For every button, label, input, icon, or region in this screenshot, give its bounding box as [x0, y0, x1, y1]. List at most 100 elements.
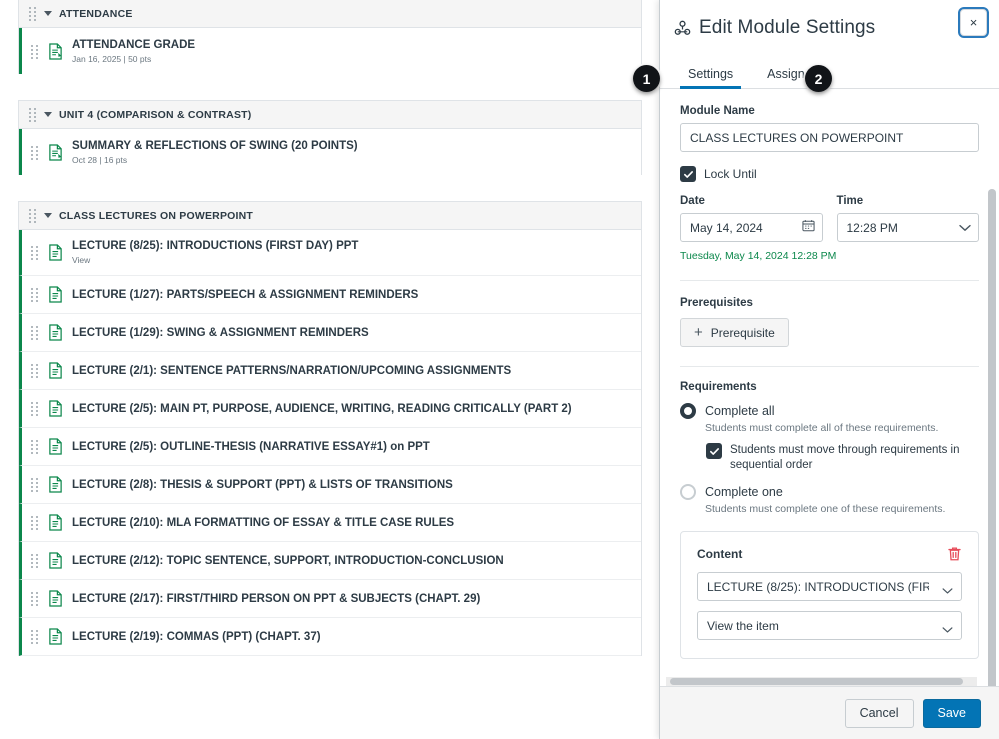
module-item[interactable]: LECTURE (2/19): COMMAS (PPT) (CHAPT. 37) [19, 618, 641, 656]
module-item-text: SUMMARY & REFLECTIONS OF SWING (20 POINT… [72, 140, 358, 165]
module-item[interactable]: LECTURE (2/1): SENTENCE PATTERNS/NARRATI… [19, 352, 641, 390]
complete-all-radio[interactable] [680, 403, 696, 419]
drag-handle-icon[interactable] [31, 364, 39, 378]
close-icon[interactable]: × [960, 9, 987, 36]
drag-handle-icon[interactable] [31, 516, 39, 530]
plus-icon: + [694, 324, 703, 341]
module-item-text: LECTURE (8/25): INTRODUCTIONS (FIRST DAY… [72, 240, 358, 265]
sequential-order-row[interactable]: Students must move through requirements … [706, 443, 979, 472]
time-input-wrap [836, 213, 979, 242]
add-prerequisite-button[interactable]: + Prerequisite [680, 318, 789, 347]
drag-handle-icon[interactable] [31, 246, 39, 260]
module-item-title: LECTURE (2/1): SENTENCE PATTERNS/NARRATI… [72, 364, 512, 377]
cancel-button[interactable]: Cancel [844, 698, 914, 728]
module-item[interactable]: LECTURE (2/5): MAIN PT, PURPOSE, AUDIENC… [19, 390, 641, 428]
drag-handle-icon[interactable] [31, 592, 39, 606]
drag-handle-icon[interactable] [29, 209, 37, 223]
module-item-subtitle: Oct 28 | 16 pts [72, 154, 128, 165]
drag-handle-icon[interactable] [31, 478, 39, 492]
save-button[interactable]: Save [922, 698, 981, 728]
drag-handle-icon[interactable] [31, 402, 39, 416]
drag-handle-icon[interactable] [31, 44, 39, 59]
sequential-order-label: Students must move through requirements … [730, 444, 960, 471]
drag-handle-icon[interactable] [29, 7, 37, 21]
module-item-title: LECTURE (1/27): PARTS/SPEECH & ASSIGNMEN… [72, 288, 419, 301]
complete-one-sub: Students must complete one of these requ… [705, 503, 946, 516]
chevron-down-icon[interactable] [44, 112, 52, 117]
drag-handle-icon[interactable] [31, 630, 39, 644]
module-spacer [0, 175, 660, 201]
edit-module-settings-tray: Edit Module Settings × Settings Assign T… [659, 0, 999, 739]
module-name-input[interactable] [680, 123, 979, 152]
trash-icon[interactable] [947, 546, 962, 562]
complete-all-label: Complete all [705, 404, 775, 418]
requirement-content-card: Content LECTURE (8/25): INTRODUCTIONS (F… [680, 531, 979, 660]
date-input[interactable] [680, 213, 823, 242]
scrollbar-thumb[interactable] [670, 678, 963, 685]
module-item[interactable]: LECTURE (2/17): FIRST/THIRD PERSON ON PP… [19, 580, 641, 618]
module-title: UNIT 4 (COMPARISON & CONTRAST) [59, 108, 252, 121]
module-item[interactable]: ATTENDANCE GRADE Jan 16, 2025 | 50 pts [19, 28, 641, 74]
content-action-select[interactable]: View the item [697, 611, 962, 641]
module-attendance: ATTENDANCE ATTENDANCE GRADE Jan 16, 2025… [18, 0, 642, 74]
assignment-icon [48, 143, 63, 161]
module-title: CLASS LECTURES ON POWERPOINT [59, 209, 254, 222]
drag-handle-icon[interactable] [31, 326, 39, 340]
page-icon [48, 400, 63, 417]
requirements-section: Requirements Complete all Students must … [680, 367, 979, 660]
module-item-title: LECTURE (8/25): INTRODUCTIONS (FIRST DAY… [72, 240, 359, 252]
page-icon [48, 476, 63, 493]
module-item[interactable]: LECTURE (1/27): PARTS/SPEECH & ASSIGNMEN… [19, 276, 641, 314]
module-item[interactable]: LECTURE (2/5): OUTLINE-THESIS (NARRATIVE… [19, 428, 641, 466]
prerequisites-section: Prerequisites + Prerequisite [680, 281, 979, 347]
module-item-subtitle: Jan 16, 2025 | 50 pts [72, 53, 152, 64]
module-item[interactable]: LECTURE (2/10): MLA FORMATTING OF ESSAY … [19, 504, 641, 542]
module-item[interactable]: SUMMARY & REFLECTIONS OF SWING (20 POINT… [19, 129, 641, 175]
module-class-lectures-on-powerpoint: CLASS LECTURES ON POWERPOINT LECTURE (8/… [18, 201, 642, 656]
chevron-down-icon[interactable] [44, 213, 52, 218]
module-name-section: Module Name [680, 89, 979, 152]
drag-handle-icon[interactable] [31, 440, 39, 454]
drag-handle-icon[interactable] [31, 554, 39, 568]
page-icon [48, 628, 63, 645]
content-item-select[interactable]: LECTURE (8/25): INTRODUCTIONS (FIRS [697, 572, 962, 602]
module-item-text: LECTURE (2/10): MLA FORMATTING OF ESSAY … [72, 517, 454, 529]
tab-settings[interactable]: Settings [680, 67, 742, 89]
sequential-order-checkbox[interactable] [706, 443, 722, 459]
module-header[interactable]: UNIT 4 (COMPARISON & CONTRAST) [19, 101, 641, 129]
complete-one-radio[interactable] [680, 484, 696, 501]
module-item[interactable]: LECTURE (8/25): INTRODUCTIONS (FIRST DAY… [19, 230, 641, 276]
module-item[interactable]: LECTURE (1/29): SWING & ASSIGNMENT REMIN… [19, 314, 641, 352]
module-header[interactable]: CLASS LECTURES ON POWERPOINT [19, 202, 641, 230]
module-item[interactable]: LECTURE (2/8): THESIS & SUPPORT (PPT) & … [19, 466, 641, 504]
tray-header: Edit Module Settings × [660, 0, 999, 56]
module-icon [674, 20, 691, 37]
requirement-complete-all[interactable]: Complete all Students must complete all … [680, 402, 979, 434]
module-item[interactable]: LECTURE (2/12): TOPIC SENTENCE, SUPPORT,… [19, 542, 641, 580]
drag-handle-icon[interactable] [29, 108, 37, 122]
drag-handle-icon[interactable] [31, 288, 39, 302]
module-item-text: LECTURE (2/5): OUTLINE-THESIS (NARRATIVE… [72, 441, 430, 453]
chevron-down-icon[interactable] [44, 11, 52, 16]
complete-all-text: Complete all Students must complete all … [705, 402, 938, 434]
chevron-down-icon [942, 622, 953, 633]
lock-until-row[interactable]: Lock Until [680, 166, 979, 182]
module-item-title: LECTURE (2/5): MAIN PT, PURPOSE, AUDIENC… [72, 402, 572, 415]
add-prerequisite-label: Prerequisite [710, 325, 775, 340]
requirement-complete-one[interactable]: Complete one Students must complete one … [680, 483, 979, 515]
date-label: Date [680, 195, 705, 207]
tray-vertical-scrollbar[interactable] [988, 189, 996, 686]
module-header[interactable]: ATTENDANCE [19, 0, 641, 28]
tray-horizontal-scrollbar[interactable] [666, 677, 977, 686]
lock-until-checkbox[interactable] [680, 166, 696, 182]
module-item-title: LECTURE (2/12): TOPIC SENTENCE, SUPPORT,… [72, 554, 504, 567]
date-input-wrap [680, 213, 823, 242]
tray-footer: Cancel Save [660, 686, 999, 739]
module-item-title: ATTENDANCE GRADE [72, 38, 196, 51]
scrollbar-thumb[interactable] [988, 189, 996, 686]
time-input[interactable] [836, 213, 979, 242]
module-item-title: LECTURE (1/29): SWING & ASSIGNMENT REMIN… [72, 326, 369, 339]
drag-handle-icon[interactable] [31, 145, 39, 160]
time-label: Time [836, 195, 864, 207]
module-item-text: LECTURE (2/1): SENTENCE PATTERNS/NARRATI… [72, 365, 511, 377]
